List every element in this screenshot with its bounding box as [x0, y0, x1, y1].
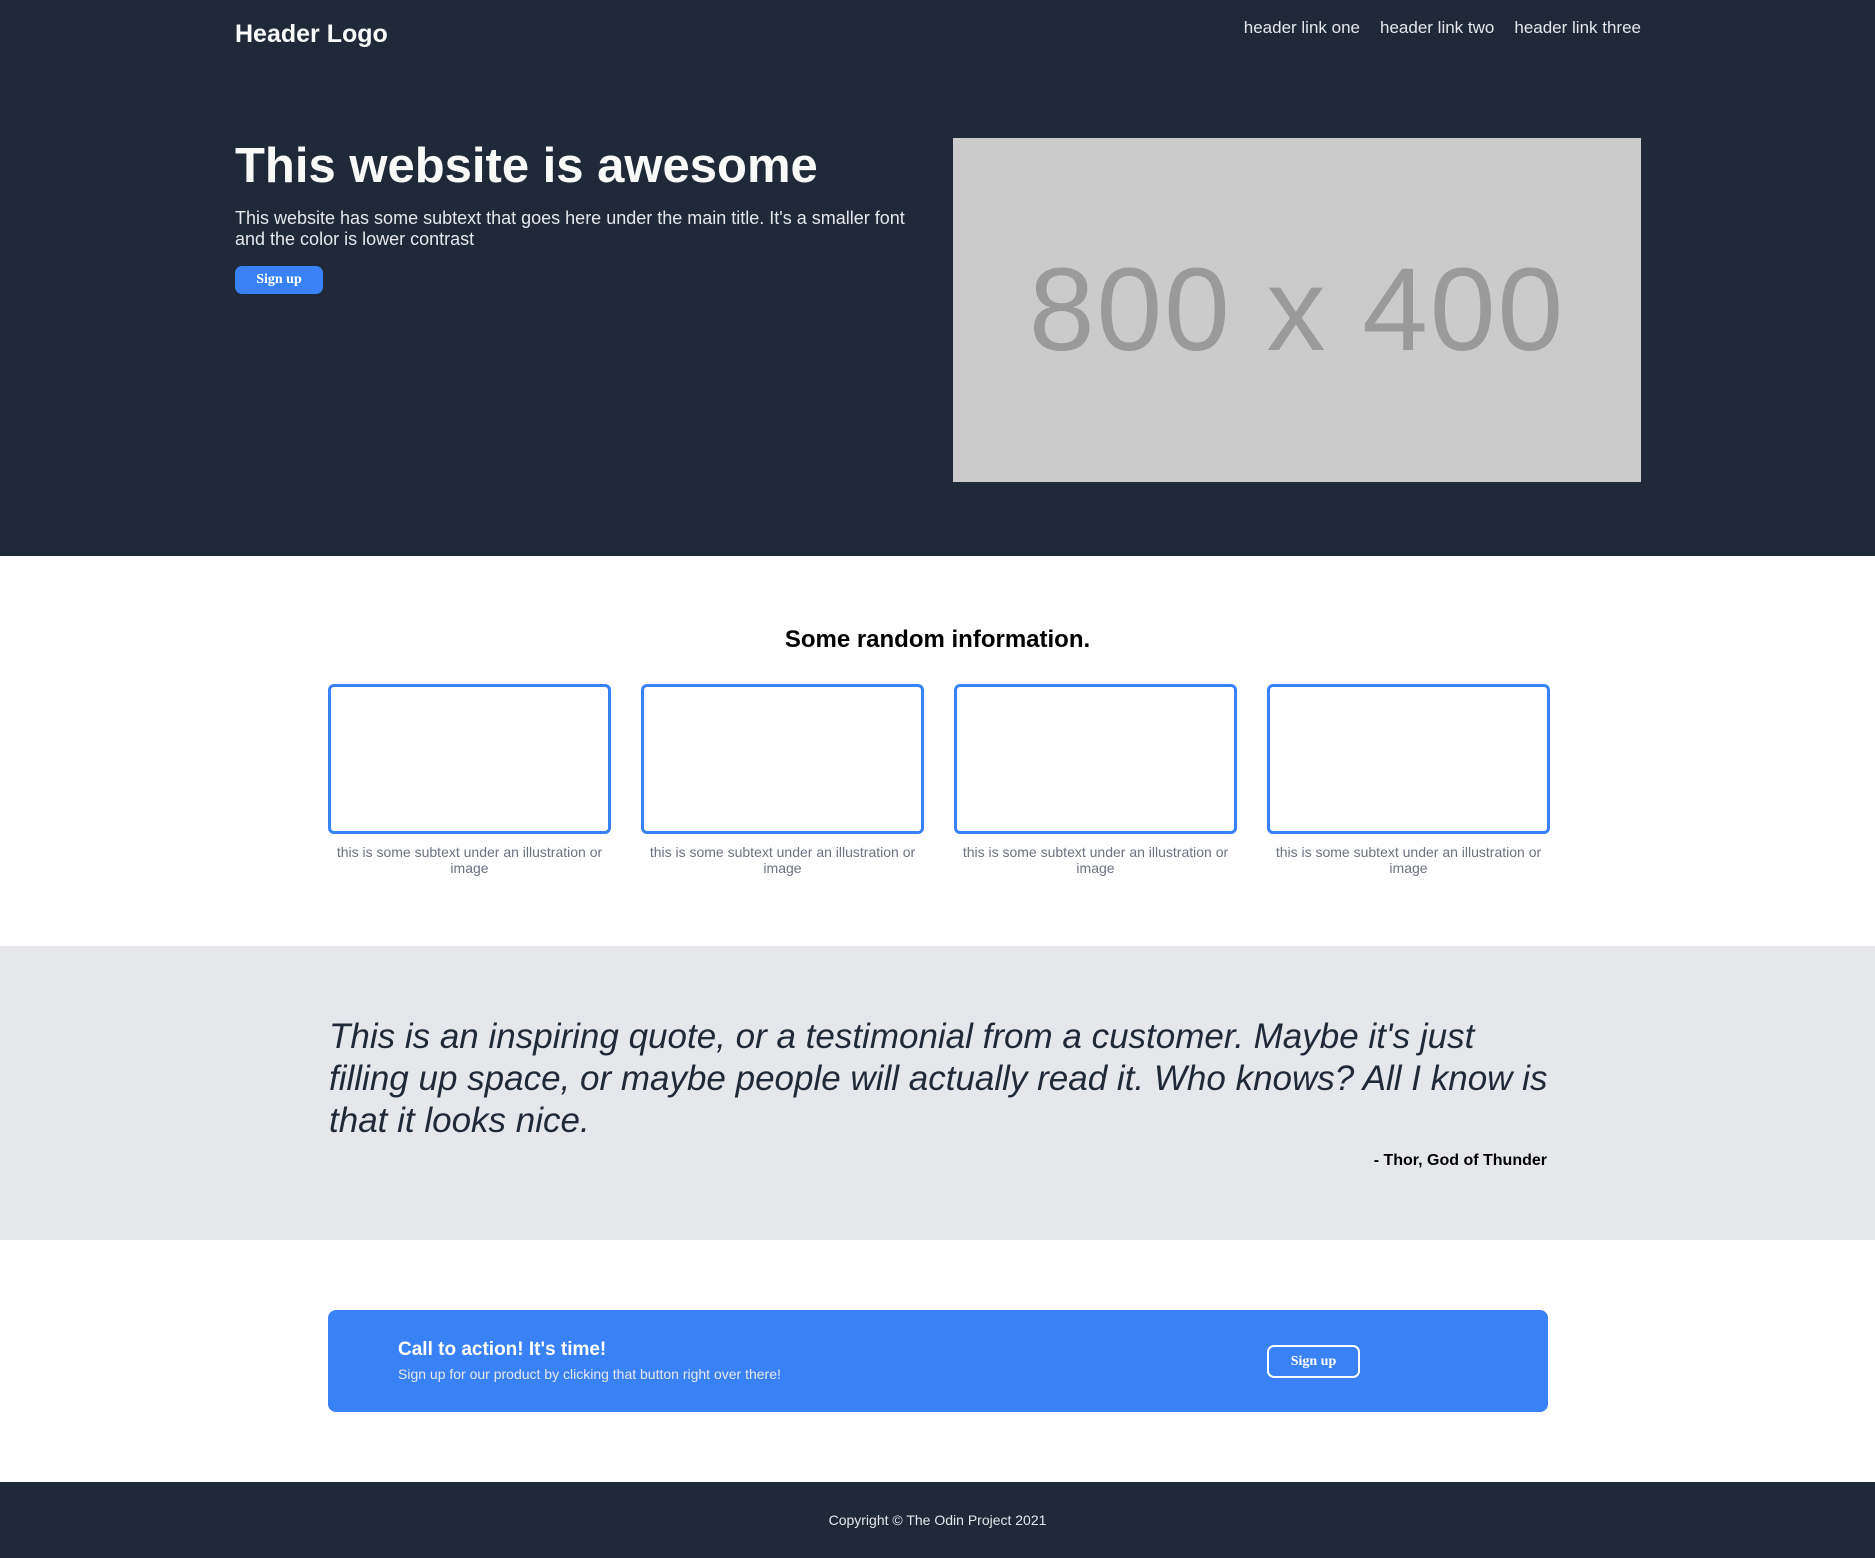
- hero-sign-up-button[interactable]: Sign up: [235, 266, 323, 294]
- info-card: this is some subtext under an illustrati…: [1267, 684, 1550, 876]
- hero-section: Header Logo header link one header link …: [0, 0, 1875, 556]
- info-card: this is some subtext under an illustrati…: [954, 684, 1237, 876]
- cta-subtitle: Sign up for our product by clicking that…: [398, 1366, 781, 1382]
- info-title: Some random information.: [784, 626, 1091, 653]
- cta-title: Call to action! It's time!: [398, 1339, 607, 1360]
- info-cards: this is some subtext under an illustrati…: [328, 684, 1550, 876]
- card-illustration: [328, 684, 611, 834]
- header-nav: header link one header link two header l…: [1244, 18, 1641, 38]
- card-illustration: [1267, 684, 1550, 834]
- hero-content: This website is awesome This website has…: [235, 136, 935, 294]
- quote-section: This is an inspiring quote, or a testimo…: [0, 946, 1875, 1240]
- card-caption: this is some subtext under an illustrati…: [336, 844, 603, 876]
- card-illustration: [641, 684, 924, 834]
- cta-section: Call to action! It's time! Sign up for o…: [0, 1240, 1875, 1482]
- hero-image-label: 800 x 400: [1028, 244, 1566, 376]
- hero-image-placeholder: 800 x 400: [953, 138, 1641, 482]
- info-card: this is some subtext under an illustrati…: [641, 684, 924, 876]
- card-caption: this is some subtext under an illustrati…: [1275, 844, 1542, 876]
- cta-sign-up-button[interactable]: Sign up: [1267, 1345, 1360, 1378]
- quote-author: - Thor, God of Thunder: [1373, 1152, 1547, 1169]
- card-caption: this is some subtext under an illustrati…: [962, 844, 1229, 876]
- card-caption: this is some subtext under an illustrati…: [649, 844, 916, 876]
- header-link-three[interactable]: header link three: [1514, 18, 1641, 38]
- header-link-two[interactable]: header link two: [1380, 18, 1494, 38]
- footer: Copyright © The Odin Project 2021: [0, 1482, 1875, 1558]
- info-card: this is some subtext under an illustrati…: [328, 684, 611, 876]
- cta-banner: Call to action! It's time! Sign up for o…: [328, 1310, 1548, 1412]
- hero-title: This website is awesome: [235, 139, 818, 193]
- info-section: Some random information. this is some su…: [0, 556, 1875, 946]
- footer-copyright: Copyright © The Odin Project 2021: [828, 1512, 1047, 1528]
- hero-subtitle: This website has some subtext that goes …: [235, 208, 905, 249]
- quote-text: This is an inspiring quote, or a testimo…: [329, 1017, 1548, 1140]
- header-logo[interactable]: Header Logo: [235, 20, 388, 49]
- header-link-one[interactable]: header link one: [1244, 18, 1360, 38]
- card-illustration: [954, 684, 1237, 834]
